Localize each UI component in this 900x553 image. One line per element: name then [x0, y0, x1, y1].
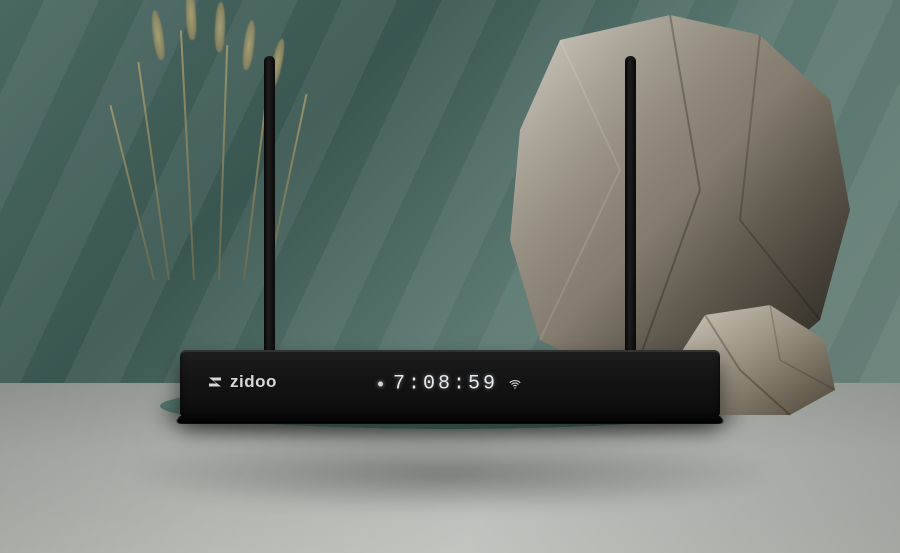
clock-readout: 7:08:59	[393, 373, 498, 396]
antenna-right	[625, 56, 636, 356]
power-indicator-icon	[378, 382, 383, 387]
wifi-icon	[508, 377, 522, 391]
front-display: 7:08:59	[378, 373, 522, 396]
antenna-left	[264, 56, 275, 356]
brand-text: zidoo	[230, 372, 277, 392]
brand: zidoo	[206, 372, 277, 392]
media-player-device: zidoo 7:08:59	[180, 350, 720, 418]
dried-grass	[138, 20, 308, 280]
brand-logo-icon	[206, 373, 224, 391]
product-scene: zidoo 7:08:59	[0, 0, 900, 553]
device-body: zidoo 7:08:59	[180, 350, 720, 418]
